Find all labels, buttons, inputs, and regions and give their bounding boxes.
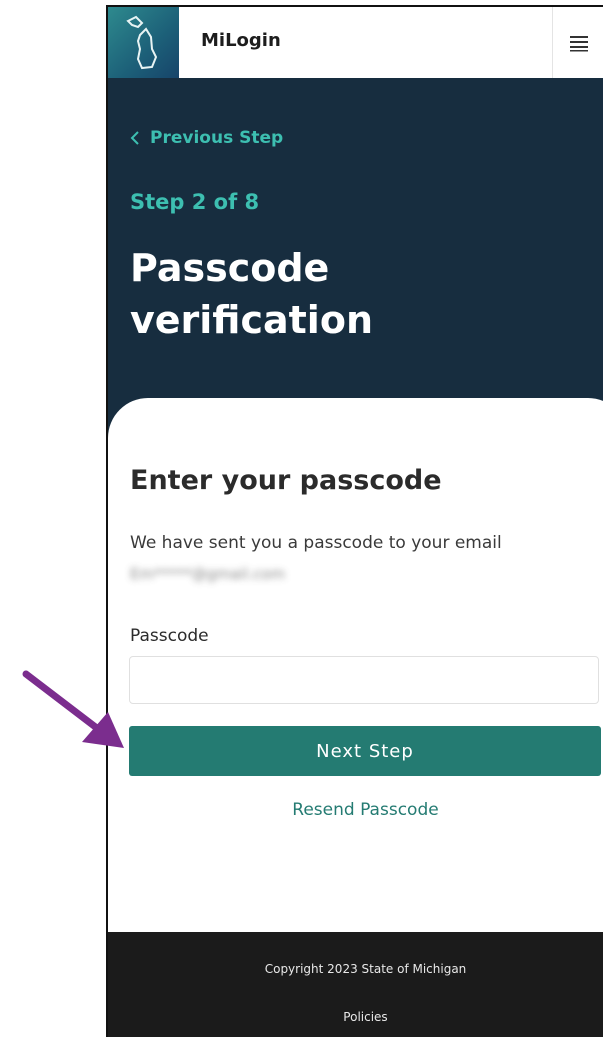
brand-name: MiLogin [201, 30, 281, 51]
footer: Copyright 2023 State of Michigan Policie… [108, 932, 603, 1037]
passcode-input[interactable] [129, 656, 599, 704]
resend-passcode-link[interactable]: Resend Passcode [108, 800, 603, 820]
step-indicator: Step 2 of 8 [130, 190, 260, 214]
card-title: Enter your passcode [130, 465, 442, 496]
masked-email: Em*****@gmail.com [130, 565, 286, 583]
previous-step-link[interactable]: Previous Step [130, 128, 283, 148]
michigan-map-icon[interactable] [108, 7, 179, 78]
policies-link[interactable]: Policies [108, 1010, 603, 1024]
passcode-sent-message: We have sent you a passcode to your emai… [130, 533, 502, 553]
hero-section: Previous Step Step 2 of 8 Passcode verif… [108, 78, 603, 438]
next-step-button[interactable]: Next Step [129, 726, 601, 776]
phone-screen: MiLogin Previous Step Step 2 of 8 Passco… [106, 5, 603, 1037]
page-title: Passcode verification [130, 246, 373, 342]
copyright-text: Copyright 2023 State of Michigan [264, 962, 467, 976]
hamburger-menu-icon[interactable] [552, 7, 603, 78]
previous-step-label: Previous Step [150, 128, 284, 148]
top-bar: MiLogin [108, 7, 603, 79]
chevron-left-icon [130, 131, 139, 145]
annotation-arrow-icon [22, 670, 124, 748]
passcode-label: Passcode [130, 626, 209, 646]
passcode-card: Enter your passcode We have sent you a p… [108, 398, 603, 938]
